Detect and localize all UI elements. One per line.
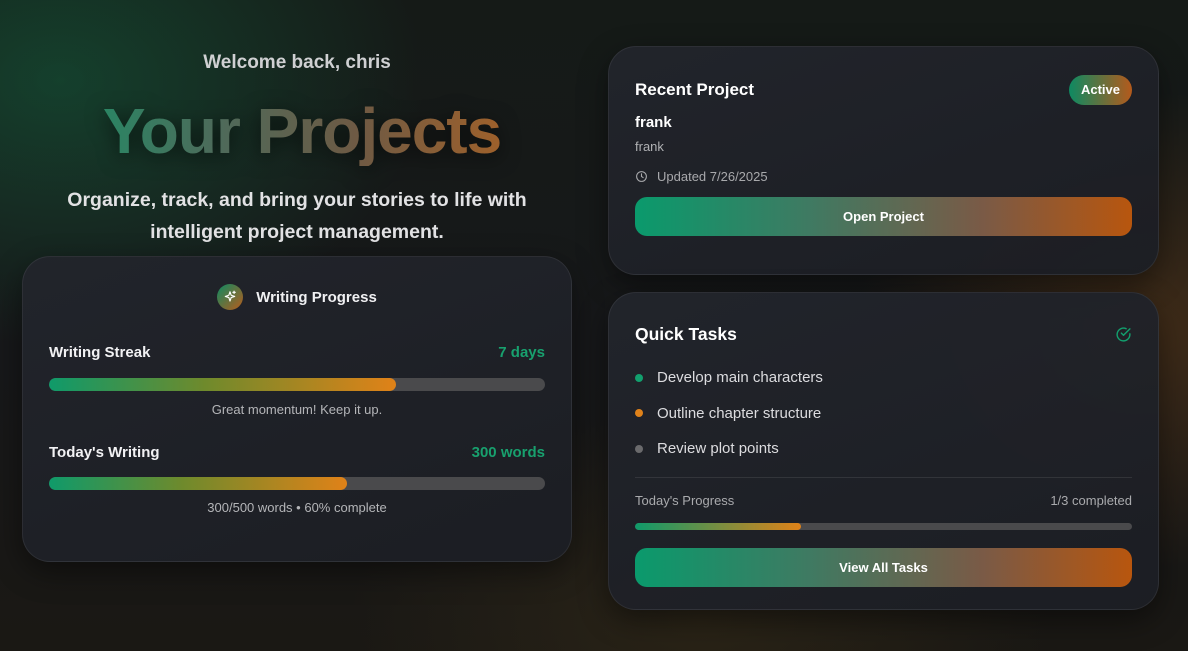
todays-writing-bar-fill: [49, 477, 347, 490]
writing-streak-note: Great momentum! Keep it up.: [211, 402, 383, 417]
project-updated: Updated 7/26/2025: [635, 169, 1132, 184]
view-all-tasks-button[interactable]: View All Tasks: [635, 547, 1132, 587]
todays-writing-note: 300/500 words • 60% complete: [207, 500, 387, 515]
writing-streak-value: 7 days: [498, 343, 545, 361]
task-status-dot: [635, 373, 643, 382]
task-list: Develop main characters Outline chapter …: [635, 360, 1132, 467]
writing-streak-bar: [49, 378, 545, 391]
task-item[interactable]: Review plot points: [635, 431, 1132, 467]
quick-tasks-title: Quick Tasks: [635, 323, 737, 344]
todays-progress-bar: [635, 522, 1132, 530]
writing-progress-header: Writing Progress: [49, 284, 545, 310]
writing-streak-bar-fill: [49, 378, 397, 391]
task-item[interactable]: Outline chapter structure: [635, 396, 1132, 432]
writing-progress-title: Writing Progress: [256, 288, 377, 306]
todays-progress-value: 1/3 completed: [1050, 492, 1132, 508]
task-label: Develop main characters: [657, 369, 823, 387]
divider: [635, 476, 1132, 478]
recent-project-card: Recent Project Active frank frank Update…: [608, 46, 1159, 275]
todays-writing-bar: [49, 477, 545, 490]
task-item[interactable]: Develop main characters: [635, 360, 1132, 396]
sparkle-icon: [217, 284, 244, 310]
quick-tasks-card: Quick Tasks Develop main characters Outl…: [608, 292, 1159, 610]
task-label: Outline chapter structure: [657, 404, 822, 422]
welcome-message: Welcome back, chris: [203, 52, 391, 73]
writing-streak-label: Writing Streak: [49, 343, 151, 361]
project-description: frank: [635, 139, 664, 154]
task-label: Review plot points: [657, 440, 779, 458]
todays-progress-bar-fill: [635, 522, 801, 530]
todays-writing-section: Today's Writing 300 words 300/500 words …: [49, 442, 545, 515]
page-title: Your Projects: [27, 96, 577, 166]
writing-progress-card: Writing Progress Writing Streak 7 days G…: [22, 256, 572, 562]
clock-icon: [636, 171, 647, 182]
status-badge: Active: [1068, 75, 1132, 105]
todays-writing-value: 300 words: [471, 443, 545, 461]
subtitle-line-1: Organize, track, and bring your stories …: [67, 189, 527, 211]
hero: Welcome back, chris Your Projects Organi…: [22, 50, 572, 248]
task-status-dot: [635, 444, 643, 453]
todays-progress-row: Today's Progress 1/3 completed: [635, 493, 1132, 509]
project-name: frank: [635, 114, 672, 131]
check-circle-icon: [1116, 326, 1131, 342]
writing-streak-section: Writing Streak 7 days Great momentum! Ke…: [49, 342, 545, 417]
project-updated-text: Updated 7/26/2025: [657, 169, 768, 184]
todays-writing-label: Today's Writing: [49, 443, 160, 461]
open-project-button[interactable]: Open Project: [635, 197, 1132, 236]
task-status-dot: [635, 409, 643, 418]
todays-progress-label: Today's Progress: [635, 492, 735, 508]
page-subtitle: Organize, track, and bring your stories …: [22, 184, 572, 248]
recent-project-title: Recent Project: [635, 80, 755, 99]
subtitle-line-2: intelligent project management.: [150, 221, 444, 243]
